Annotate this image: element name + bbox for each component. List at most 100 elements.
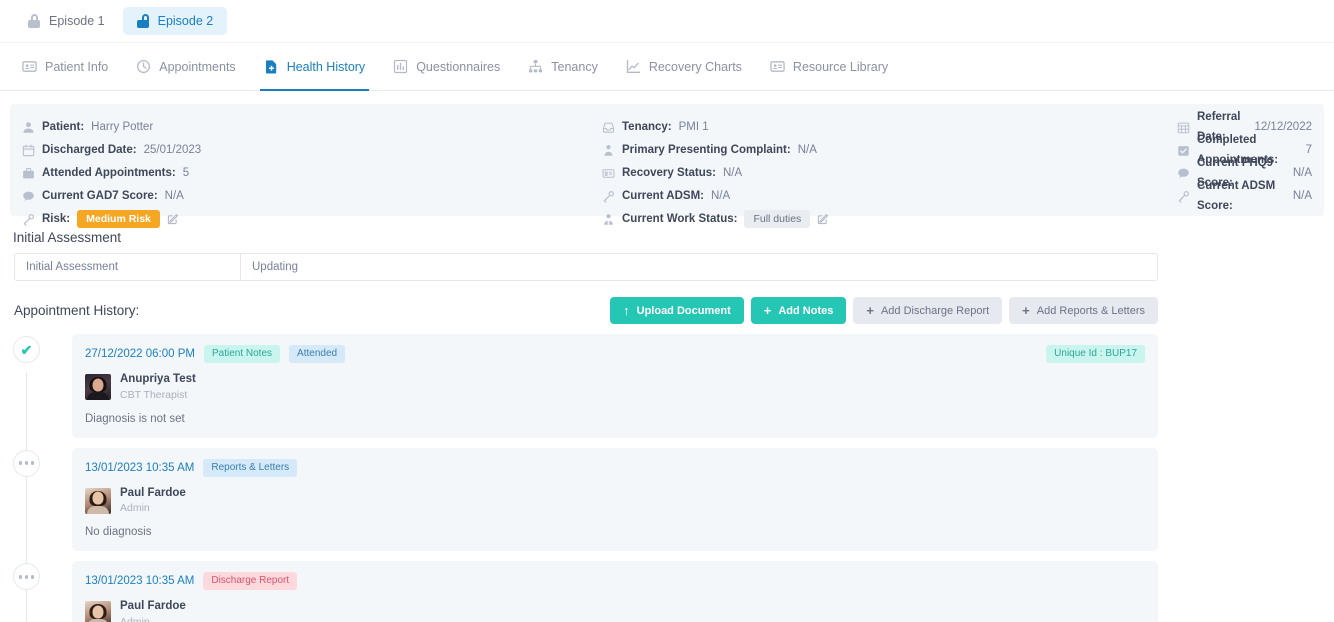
summary-field-recovery-status-label: Recovery Status: — [622, 167, 716, 179]
tab-tenancy[interactable]: Tenancy — [514, 43, 612, 90]
comment-icon — [22, 190, 35, 203]
timeline-marker-pending[interactable] — [13, 449, 40, 477]
worker-icon — [602, 213, 615, 226]
inbox-icon — [602, 121, 615, 134]
add-discharge-report-button[interactable]: + Add Discharge Report — [853, 297, 1003, 324]
clinician-name: Paul Fardoe — [120, 486, 186, 499]
plus-icon: + — [1022, 303, 1030, 318]
id-card-icon — [22, 59, 37, 74]
risk-badge: Medium Risk — [77, 209, 160, 229]
upload-document-label: Upload Document — [636, 304, 731, 317]
summary-field-discharged-date: Discharged Date: 25/01/2023 — [22, 140, 602, 160]
clinician-role: Admin — [120, 615, 150, 622]
episode-tab-2-label: Episode 2 — [157, 14, 214, 28]
appointment-datetime[interactable]: 13/01/2023 10:35 AM — [85, 462, 194, 474]
check-icon: ✔ — [20, 341, 33, 358]
appointment-type-tag: Patient Notes — [203, 345, 281, 363]
initial-assessment-table: Initial Assessment Updating — [14, 253, 1158, 281]
summary-field-primary-complaint-label: Primary Presenting Complaint: — [622, 144, 791, 156]
appointment-note: Diagnosis is not set — [85, 412, 185, 425]
edit-risk-icon[interactable] — [167, 213, 179, 225]
appointment-card[interactable]: 13/01/2023 10:35 AM Reports & Letters Pa… — [72, 447, 1158, 552]
episode-bar: Episode 1 Episode 2 — [0, 0, 1334, 43]
summary-column-3: Referral Date: 12/12/2022 Completed Appo… — [1177, 111, 1312, 212]
tab-resource-library-label: Resource Library — [792, 59, 889, 74]
key-icon — [602, 190, 615, 203]
episode-tab-2[interactable]: Episode 2 — [122, 7, 228, 35]
summary-field-risk: Risk: Medium Risk — [22, 209, 602, 229]
tab-patient-info[interactable]: Patient Info — [8, 43, 122, 90]
summary-field-attended-appointments-label: Attended Appointments: — [42, 167, 176, 179]
timeline-entry: 13/01/2023 10:35 AM Discharge Report Pau… — [0, 561, 1334, 622]
summary-field-gad7-label: Current GAD7 Score: — [42, 190, 158, 202]
summary-field-phq9-value: N/A — [1292, 167, 1312, 179]
clinician-role: Admin — [120, 502, 150, 515]
tab-questionnaires-label: Questionnaires — [416, 59, 501, 74]
appointment-history-timeline: ✔ 27/12/2022 06:00 PM Patient Notes Atte… — [0, 334, 1334, 622]
upload-document-button[interactable]: ↑ Upload Document — [610, 297, 744, 324]
sitemap-icon — [528, 59, 543, 74]
timeline-marker-completed[interactable]: ✔ — [13, 336, 40, 363]
key-icon — [22, 213, 35, 226]
summary-field-risk-label: Risk: — [42, 213, 71, 225]
tab-health-history[interactable]: Health History — [250, 43, 380, 91]
add-reports-letters-button[interactable]: + Add Reports & Letters — [1009, 297, 1158, 324]
lock-closed-icon — [28, 14, 40, 28]
tab-appointments-label: Appointments — [159, 59, 236, 74]
summary-field-completed-appointments-value: 7 — [1305, 144, 1312, 156]
summary-field-gad7: Current GAD7 Score: N/A — [22, 186, 602, 206]
appointment-card[interactable]: 13/01/2023 10:35 AM Discharge Report Pau… — [72, 561, 1158, 622]
clock-icon — [136, 59, 151, 74]
appointment-card-header: 13/01/2023 10:35 AM Discharge Report — [85, 572, 1145, 591]
initial-assessment-status-cell: Updating — [252, 261, 299, 273]
summary-field-tenancy-label: Tenancy: — [622, 121, 672, 133]
tab-health-history-label: Health History — [286, 59, 366, 74]
unique-id-badge: Unique Id : BUP17 — [1046, 345, 1145, 363]
episode-tab-1-label: Episode 1 — [49, 14, 105, 28]
card-icon — [602, 167, 615, 180]
edit-work-status-icon[interactable] — [817, 213, 829, 225]
summary-field-current-adsm: Current ADSM: N/A — [602, 186, 1177, 206]
summary-field-tenancy: Tenancy: PMI 1 — [602, 117, 1177, 137]
ellipsis-icon — [18, 461, 35, 465]
summary-field-gad7-value: N/A — [164, 190, 184, 202]
tab-recovery-charts[interactable]: Recovery Charts — [612, 43, 756, 90]
timeline-entry: 13/01/2023 10:35 AM Reports & Letters Pa… — [0, 447, 1334, 552]
timeline-marker-pending[interactable] — [13, 563, 40, 591]
line-chart-icon — [626, 59, 641, 74]
id-card-icon — [770, 59, 785, 74]
user-icon — [22, 121, 35, 134]
summary-field-recovery-status-value: N/A — [722, 167, 743, 179]
timeline-entry: ✔ 27/12/2022 06:00 PM Patient Notes Atte… — [0, 334, 1334, 438]
summary-field-primary-complaint-value: N/A — [797, 144, 817, 156]
add-reports-letters-label: Add Reports & Letters — [1036, 304, 1145, 317]
appointment-status-tag: Attended — [289, 345, 346, 363]
appointment-datetime[interactable]: 27/12/2022 06:00 PM — [85, 348, 195, 360]
person-alt-icon — [602, 144, 615, 157]
summary-field-work-status: Current Work Status: Full duties — [602, 209, 1177, 229]
lock-open-icon — [136, 14, 149, 28]
summary-field-tenancy-value: PMI 1 — [678, 121, 709, 133]
summary-field-attended-appointments: Attended Appointments: 5 — [22, 163, 602, 183]
appointment-datetime[interactable]: 13/01/2023 10:35 AM — [85, 575, 194, 587]
clinician-name: Anupriya Test — [120, 373, 196, 385]
summary-column-1: Patient: Harry Potter Discharged Date: 2… — [22, 117, 602, 229]
bar-chart-icon — [393, 59, 408, 74]
appointment-card-header: 27/12/2022 06:00 PM Patient Notes Attend… — [85, 345, 1145, 363]
appointment-type-tag: Reports & Letters — [203, 458, 298, 477]
calendar-icon — [22, 144, 35, 157]
summary-field-discharged-date-label: Discharged Date: — [42, 144, 137, 156]
appointment-note: No diagnosis — [85, 526, 152, 539]
plus-icon: + — [763, 303, 772, 318]
tab-appointments[interactable]: Appointments — [122, 43, 249, 90]
add-notes-button[interactable]: + Add Notes — [750, 297, 847, 324]
plus-icon: + — [866, 303, 874, 318]
appointment-clinician: Paul Fardoe Admin — [85, 486, 1145, 516]
summary-field-discharged-date-value: 25/01/2023 — [143, 144, 202, 156]
tab-resource-library[interactable]: Resource Library — [756, 43, 902, 90]
episode-tab-1[interactable]: Episode 1 — [14, 7, 119, 35]
appointment-card[interactable]: 27/12/2022 06:00 PM Patient Notes Attend… — [72, 334, 1158, 438]
ellipsis-icon — [18, 575, 35, 579]
tab-questionnaires[interactable]: Questionnaires — [379, 43, 514, 90]
summary-field-work-status-label: Current Work Status: — [622, 213, 738, 225]
